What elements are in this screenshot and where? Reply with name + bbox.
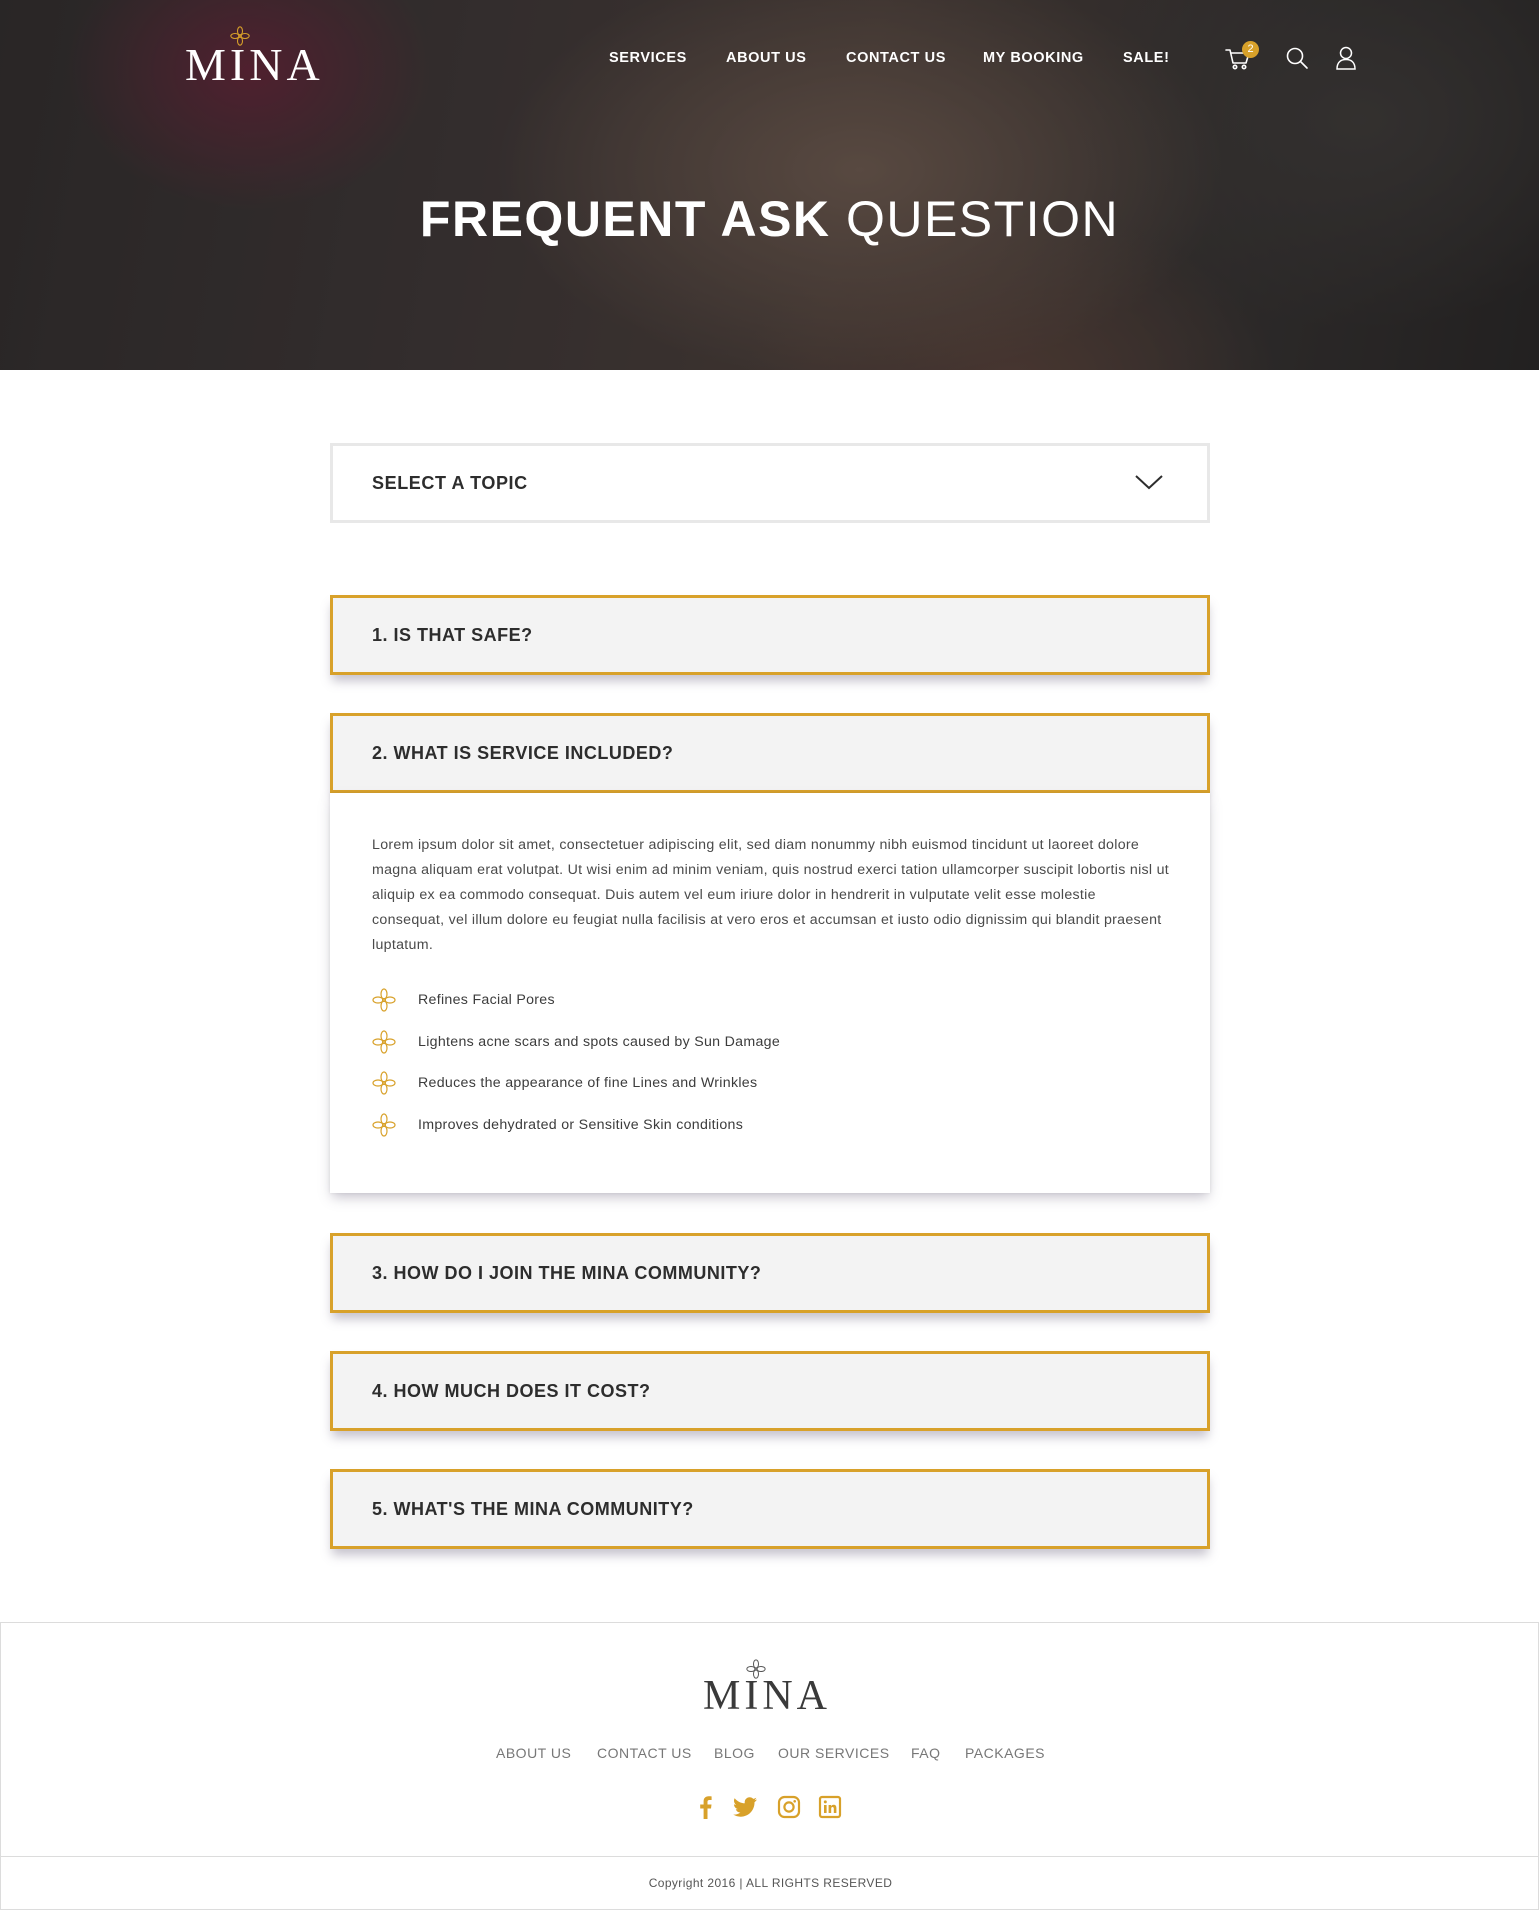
list-item: Refines Facial Pores [372, 988, 780, 1030]
faq-question: 3. HOW DO I JOIN THE MINA COMMUNITY? [372, 1263, 762, 1283]
cart-button[interactable]: 2 [1224, 41, 1259, 72]
footer-logo[interactable]: MINA [703, 1659, 843, 1719]
facebook-icon [700, 1796, 712, 1819]
search-button[interactable] [1283, 44, 1311, 72]
list-item-text: Improves dehydrated or Sensitive Skin co… [418, 1116, 744, 1133]
nav-about-us[interactable]: ABOUT US [726, 50, 807, 66]
list-item-text: Lightens acne scars and spots caused by … [418, 1033, 781, 1050]
list-item: Reduces the appearance of fine Lines and… [372, 1071, 780, 1113]
faq-item-5[interactable]: 5. WHAT'S THE MINA COMMUNITY? [330, 1469, 1210, 1549]
instagram-link[interactable] [776, 1794, 802, 1820]
list-item-text: Refines Facial Pores [418, 992, 555, 1008]
page-title-bold: FREQUENT ASK [419, 191, 831, 247]
faq-item-2[interactable]: 2. WHAT IS SERVICE INCLUDED? [330, 713, 1210, 793]
site-footer: MINA ABOUT US CONTACT US BLOG OUR SERVIC… [0, 1622, 1539, 1910]
faq-question: 2. WHAT IS SERVICE INCLUDED? [372, 743, 674, 763]
faq-item-4[interactable]: 4. HOW MUCH DOES IT COST? [330, 1351, 1210, 1431]
nav-services[interactable]: SERVICES [609, 50, 687, 66]
linkedin-icon [818, 1795, 842, 1819]
linkedin-link[interactable] [817, 1794, 843, 1820]
footer-link-faq[interactable]: FAQ [911, 1745, 941, 1761]
nav-contact-us[interactable]: CONTACT US [846, 50, 946, 66]
page-title-light: QUESTION [845, 191, 1120, 247]
nav-sale[interactable]: SALE! [1123, 50, 1170, 66]
footer-wordmark: MINA [703, 1673, 831, 1719]
search-icon [1286, 47, 1308, 69]
faq-question: 1. IS THAT SAFE? [372, 625, 533, 645]
list-item-text: Reduces the appearance of fine Lines and… [418, 1075, 758, 1091]
twitter-icon [733, 1797, 757, 1817]
footer-link-contact-us[interactable]: CONTACT US [597, 1745, 692, 1761]
topic-select-label: SELECT A TOPIC [372, 473, 528, 493]
twitter-link[interactable] [732, 1794, 758, 1820]
social-links [1, 1794, 1539, 1822]
faq-question: 5. WHAT'S THE MINA COMMUNITY? [372, 1499, 694, 1519]
page-title: FREQUENT ASK QUESTION [0, 190, 1539, 248]
flower-icon [372, 1029, 396, 1054]
footer-link-about-us[interactable]: ABOUT US [496, 1745, 571, 1761]
cart-count-badge: 2 [1242, 41, 1259, 58]
facebook-link[interactable] [693, 1794, 719, 1820]
header-actions: 2 [1220, 41, 1360, 74]
footer-nav: ABOUT US CONTACT US BLOG OUR SERVICES FA… [1, 1745, 1539, 1765]
chevron-down-icon [1135, 475, 1163, 490]
answer-paragraph: Lorem ipsum dolor sit amet, consectetuer… [372, 837, 1170, 953]
nav-my-booking[interactable]: MY BOOKING [983, 50, 1084, 66]
flower-icon [372, 1112, 396, 1137]
user-icon [1336, 46, 1356, 70]
account-button[interactable] [1332, 44, 1360, 72]
faq-item-1[interactable]: 1. IS THAT SAFE? [330, 595, 1210, 675]
brand-logo[interactable]: MINA [185, 26, 335, 90]
list-item: Improves dehydrated or Sensitive Skin co… [372, 1112, 780, 1155]
faq-item-3[interactable]: 3. HOW DO I JOIN THE MINA COMMUNITY? [330, 1233, 1210, 1313]
footer-link-blog[interactable]: BLOG [714, 1745, 755, 1761]
instagram-icon [777, 1795, 801, 1819]
faq-answer-2: Lorem ipsum dolor sit amet, consectetuer… [330, 793, 1210, 1193]
footer-link-our-services[interactable]: OUR SERVICES [778, 1745, 890, 1761]
copyright-text: Copyright 2016 | ALL RIGHTS RESERVED [648, 1876, 893, 1890]
topic-select[interactable]: SELECT A TOPIC [330, 443, 1210, 523]
footer-divider [1, 1856, 1538, 1857]
list-item: Lightens acne scars and spots caused by … [372, 1029, 781, 1072]
brand-wordmark: MINA [185, 39, 324, 90]
benefit-list: Refines Facial Pores Lightens acne scars… [372, 988, 780, 1154]
flower-icon [372, 1071, 396, 1095]
faq-question: 4. HOW MUCH DOES IT COST? [372, 1381, 651, 1401]
hero-banner: MINA SERVICES ABOUT US CONTACT US MY BOO… [0, 0, 1539, 370]
flower-icon [372, 988, 396, 1012]
footer-link-packages[interactable]: PACKAGES [965, 1745, 1045, 1761]
